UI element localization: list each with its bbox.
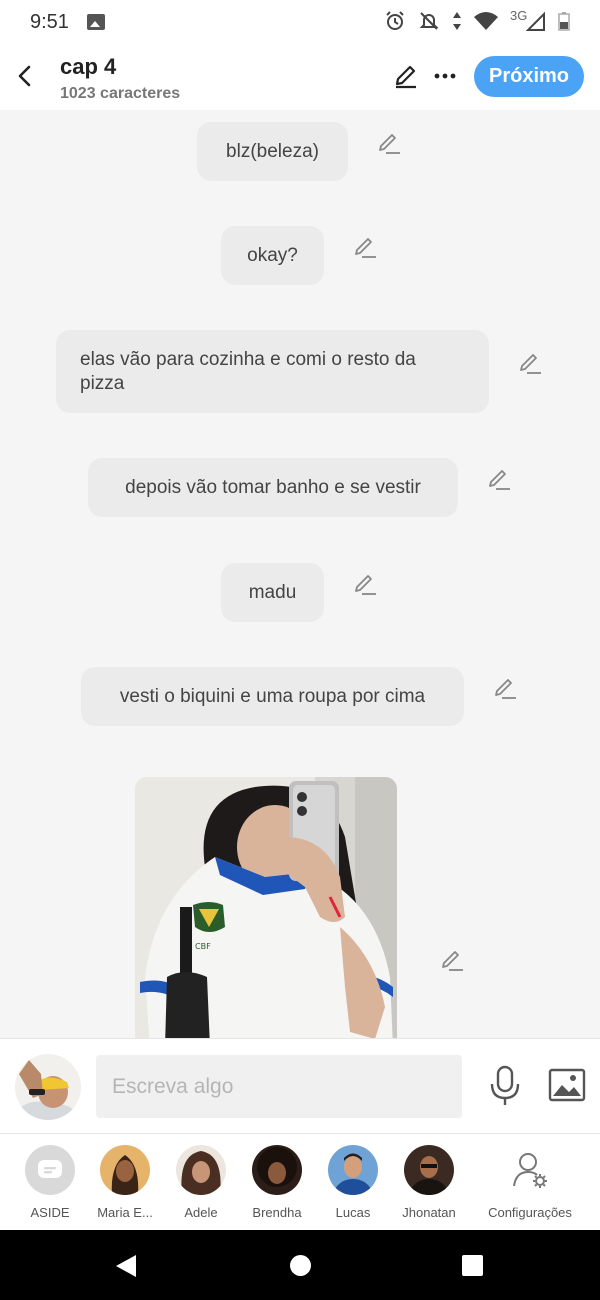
nav-recent-apps-icon[interactable] <box>462 1255 483 1276</box>
mirror-selfie-image: CBF <box>135 777 397 1038</box>
character-avatar <box>100 1145 150 1195</box>
chat-bubble-icon <box>38 1160 62 1178</box>
edit-message-pencil-icon[interactable] <box>352 234 378 260</box>
character-avatar <box>252 1145 302 1195</box>
nav-home-icon[interactable] <box>290 1255 311 1276</box>
microphone-icon <box>490 1065 520 1105</box>
status-icons: 3G <box>384 8 570 32</box>
chevron-left-icon <box>18 65 31 87</box>
aside-avatar <box>25 1145 75 1195</box>
more-options-button[interactable] <box>432 62 458 90</box>
edit-message-pencil-icon[interactable] <box>439 947 465 973</box>
image-icon <box>548 1068 586 1102</box>
status-bar: 9:51 3G <box>0 0 600 44</box>
next-button[interactable]: Próximo <box>474 56 584 97</box>
wifi-icon <box>474 12 498 30</box>
character-name: Lucas <box>335 1205 371 1220</box>
character-lucas[interactable]: Lucas <box>314 1145 392 1220</box>
message-bubble[interactable]: blz(beleza) <box>197 122 348 181</box>
data-arrows-icon <box>453 12 461 30</box>
character-adele[interactable]: Adele <box>162 1145 240 1220</box>
current-character-avatar[interactable] <box>15 1054 81 1120</box>
gallery-notification-icon <box>86 14 105 30</box>
settings-label: Configurações <box>488 1205 572 1220</box>
character-avatar <box>404 1145 454 1195</box>
more-horizontal-icon <box>434 73 456 79</box>
message-photo[interactable]: CBF <box>135 777 397 1038</box>
character-count: 1023 caracteres <box>60 85 181 102</box>
back-button[interactable] <box>10 60 38 92</box>
character-name: Brendha <box>252 1205 302 1220</box>
svg-text:CBF: CBF <box>195 942 211 951</box>
network-type: 3G <box>510 8 528 23</box>
character-aside[interactable]: ASIDE <box>11 1145 89 1220</box>
character-brendha[interactable]: Brendha <box>238 1145 316 1220</box>
battery-icon <box>558 12 570 31</box>
message-input[interactable] <box>96 1055 462 1118</box>
settings-avatar <box>505 1145 555 1195</box>
edit-message-pencil-icon[interactable] <box>517 350 543 376</box>
mute-bell-icon <box>419 12 439 30</box>
edit-message-pencil-icon[interactable] <box>492 675 518 701</box>
settings-button[interactable]: Configurações <box>480 1145 580 1220</box>
edit-title-button[interactable] <box>392 62 420 90</box>
message-bubble[interactable]: depois vão tomar banho e se vestir <box>88 458 458 517</box>
alarm-icon <box>386 11 404 30</box>
character-name: Adele <box>184 1205 218 1220</box>
chat-area[interactable]: blz(beleza) okay? elas vão para cozinha … <box>0 110 600 1038</box>
edit-message-pencil-icon[interactable] <box>486 466 512 492</box>
add-image-button[interactable] <box>548 1067 586 1103</box>
character-jhonatan[interactable]: Jhonatan <box>390 1145 468 1220</box>
character-avatar <box>176 1145 226 1195</box>
nav-back-icon[interactable] <box>114 1254 138 1278</box>
edit-message-pencil-icon[interactable] <box>376 130 402 156</box>
character-bar: ASIDE Maria E... Adele Brendha Lucas Jho… <box>0 1134 600 1230</box>
message-bubble[interactable]: madu <box>221 563 324 622</box>
message-composer <box>0 1038 600 1134</box>
editor-header: cap 4 1023 caracteres Próximo <box>0 44 600 110</box>
character-name: Jhonatan <box>402 1205 456 1220</box>
status-time: 9:51 <box>30 10 69 33</box>
user-settings-icon <box>513 1153 547 1188</box>
character-name: Maria E... <box>97 1205 153 1220</box>
microphone-button[interactable] <box>488 1065 522 1107</box>
character-avatar <box>328 1145 378 1195</box>
pencil-icon <box>395 65 416 89</box>
message-bubble[interactable]: elas vão para cozinha e comi o resto da … <box>56 330 489 413</box>
character-name: ASIDE <box>30 1205 70 1220</box>
edit-message-pencil-icon[interactable] <box>352 571 378 597</box>
signal-icon: 3G <box>510 8 546 32</box>
message-bubble[interactable]: vesti o biquini e uma roupa por cima <box>81 667 464 726</box>
character-maria[interactable]: Maria E... <box>86 1145 164 1220</box>
message-bubble[interactable]: okay? <box>221 226 324 285</box>
chapter-title: cap 4 <box>60 54 117 79</box>
system-nav-bar <box>0 1230 600 1300</box>
